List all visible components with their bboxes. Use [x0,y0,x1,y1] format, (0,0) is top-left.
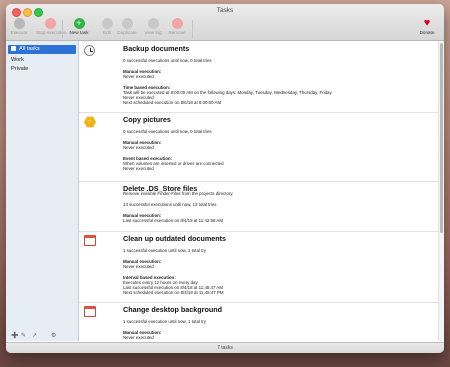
plus-icon: + [73,18,85,29]
task-row[interactable]: Clean up outdated documents 1 successful … [79,231,438,303]
toolbar-separator [192,20,193,38]
task-detail-text: Next scheduled execution on 8/4/18 at 11… [123,290,224,295]
calendar-icon [84,306,96,318]
toolbar-button-label: Execute [10,30,28,35]
task-name: Backup documents [123,44,190,53]
add-icon[interactable]: ➕ [11,333,18,339]
task-detail-text: Last successful execution on 8/4/18 at 1… [123,218,223,223]
task-detail-text: Never executed [123,166,154,171]
sidebar-item-label: All tasks [19,46,40,52]
toolbar-edit-button[interactable]: Edit [96,18,118,40]
settings-icon[interactable]: ⚙ [51,333,56,339]
calendar-icon [84,235,96,247]
task-detail-text: 13 successful executions until now, 13 t… [123,202,217,207]
task-list: Backup documents 0 successful executions … [79,41,438,341]
sidebar: All tasks Work Private ➕ ✎ ↗ ⚙ [6,41,79,341]
task-detail-text: Never executed [123,335,154,340]
scrollbar-thumb[interactable] [440,43,443,233]
task-name: Copy pictures [123,115,171,124]
sidebar-footer: ➕ ✎ ↗ ⚙ [6,331,78,341]
task-name: Change desktop background [123,305,223,314]
sidebar-item-work[interactable]: Work [8,56,76,65]
task-detail-text: 1 successful execution until now, 1 tota… [123,319,206,324]
sidebar-item-label: Work [11,57,24,63]
task-detail-text: Never executed [123,264,154,269]
toolbar-button-label: Remove [168,30,186,35]
toolbar-new-task-button[interactable]: + New task [68,18,90,40]
toolbar-duplicate-button[interactable]: Duplicate [116,18,138,40]
app-window: Tasks Execute Stop execution + New task Edit… [6,4,444,353]
edit-icon[interactable]: ✎ [21,333,26,339]
gear-icon [101,18,113,29]
status-bar: 7 tasks [6,342,444,353]
task-detail-text: Next scheduled execution on 8/6/18 at 8:… [123,100,222,105]
clock-icon [84,45,96,57]
toolbar-button-label: Duplicate [117,30,137,35]
task-detail-text: Task will be executed at 8:00:00 AM on t… [123,90,332,95]
toolbar-button-label: Stop execution [36,30,67,35]
toolbar-button-label: New task [69,30,89,35]
toolbar-remove-button[interactable]: Remove [166,18,188,40]
toolbar-button-label: Edit [103,30,111,35]
task-name: Clean up outdated documents [123,234,227,243]
task-detail-text: Never executed [123,145,154,150]
toolbar-separator [62,20,63,38]
share-icon[interactable]: ↗ [32,333,37,339]
task-row[interactable]: Backup documents 0 successful executions … [79,41,438,113]
toolbar-donate-button[interactable]: ♥ Donate [416,18,438,40]
list-icon [11,45,16,51]
document-icon [147,18,159,29]
heart-icon: ♥ [423,17,431,29]
hexagon-bolt-icon: ⚡ [84,116,96,128]
task-row[interactable]: Change desktop background 1 successful ex… [79,302,438,341]
toolbar-button-label: View log [144,30,162,35]
toolbar-view-log-button[interactable]: View log [142,18,164,40]
task-detail-text: 1 successful execution until now, 1 tota… [123,248,206,253]
duplicate-icon [121,18,133,29]
task-detail-text: Never executed [123,74,154,79]
sidebar-item-private[interactable]: Private [8,65,76,74]
task-detail-text: 0 successful executions until now, 0 tot… [123,58,212,63]
task-row[interactable]: Delete .DS_Store files Remove invisible F… [79,181,438,232]
sidebar-item-label: Private [11,66,29,72]
task-detail-text: 0 successful executions until now, 0 tot… [123,129,212,134]
task-detail-text: Remove invisible Finder-Files from the p… [123,191,234,196]
task-row[interactable]: ⚡ Copy pictures 0 successful executions un… [79,112,438,182]
window-title: Tasks [216,7,234,14]
play-icon [13,18,25,29]
remove-icon [171,18,183,29]
toolbar-button-label: Donate [419,30,435,35]
sidebar-item-all-tasks[interactable]: All tasks [8,45,76,54]
toolbar-execute-button[interactable]: Execute [8,18,30,40]
toolbar-stop-execution-button[interactable]: Stop execution [36,18,67,40]
title-bar: Tasks Execute Stop execution + New task Edit… [6,4,444,41]
task-list-scrollbar[interactable] [438,41,444,341]
stop-icon [44,18,56,29]
